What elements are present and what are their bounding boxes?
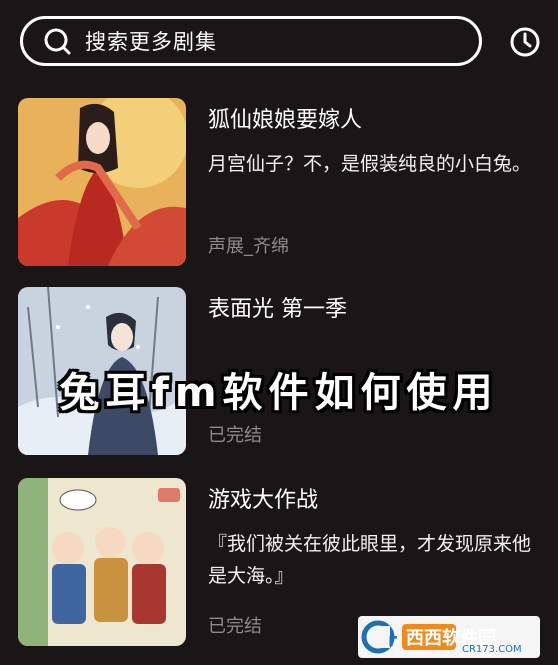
watermark-logo: r 西西软件园 CR173.COM [358,616,540,658]
item-title[interactable]: 狐仙娘娘要嫁人 [208,102,362,134]
list-item[interactable]: 狐仙娘娘要嫁人 月宫仙子？不，是假装纯良的小白兔。 声展_齐绵 [18,98,538,266]
app-screen: 搜索更多剧集 狐仙娘娘要嫁人 月宫仙子？不，是假装纯良的小白兔。 声展_齐绵 表… [0,0,558,665]
cover-image[interactable] [18,478,186,646]
item-meta: 已完结 [208,425,262,446]
item-title[interactable]: 游戏大作战 [208,482,318,514]
cover-image[interactable] [18,98,186,266]
item-description: 月宫仙子？不，是假装纯良的小白兔。 [208,153,532,175]
item-description: 『我们被关在彼此眼里，才发现原来他是大海。』 [208,533,532,587]
svg-text:r: r [388,630,397,651]
cover-image[interactable] [18,287,186,455]
watermark-site: CR173.COM [462,644,522,655]
item-title[interactable]: 表面光 第一季 [208,291,347,323]
search-icon [44,28,71,55]
item-meta: 已完结 [208,616,262,637]
search-placeholder: 搜索更多剧集 [85,30,217,54]
item-meta: 声展_齐绵 [208,236,289,257]
search-bar[interactable]: 搜索更多剧集 [20,16,482,66]
clock-icon[interactable] [508,25,542,59]
list-item[interactable]: 表面光 第一季 已完结 [18,287,538,455]
